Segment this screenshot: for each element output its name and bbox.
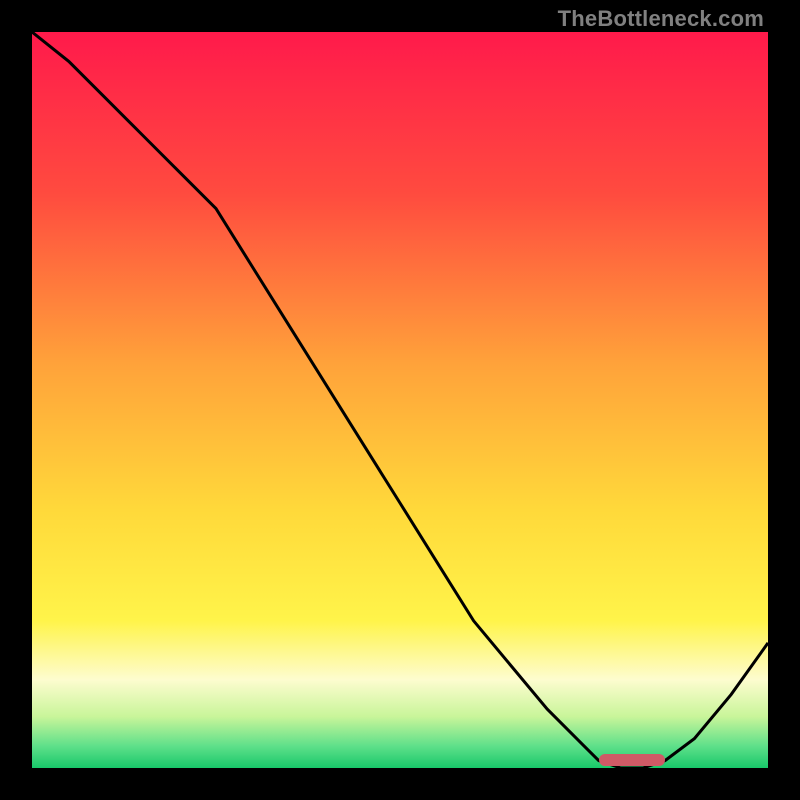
- bottleneck-curve: [32, 32, 768, 768]
- optimal-range-marker: [599, 754, 665, 766]
- watermark-text: TheBottleneck.com: [558, 6, 764, 32]
- curve-path: [32, 32, 768, 768]
- chart-area: [32, 32, 768, 768]
